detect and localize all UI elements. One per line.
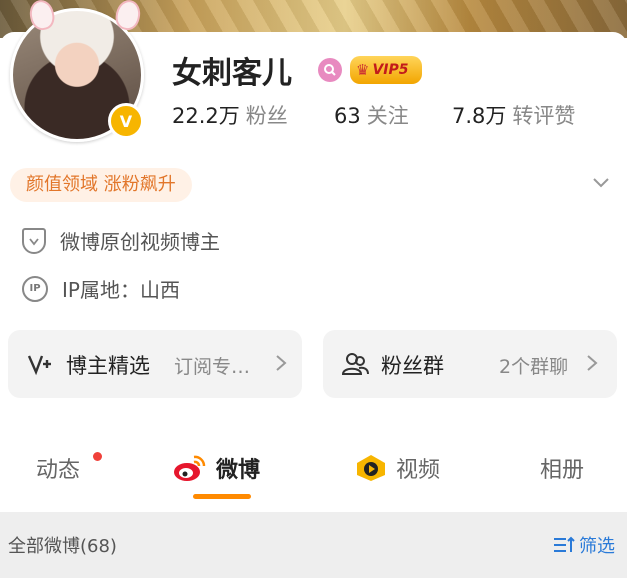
featured-subtitle: 订阅专… bbox=[174, 356, 251, 378]
profile-name: 女刺客儿 bbox=[172, 56, 292, 91]
fan-group-subtitle: 2个群聊 bbox=[499, 356, 569, 378]
chevron-right-icon bbox=[276, 355, 287, 371]
ip-icon: IP bbox=[22, 275, 48, 302]
stat-following[interactable]: 63 关注 bbox=[334, 100, 409, 130]
tab-label: 微博 bbox=[216, 458, 261, 483]
chevron-right-icon bbox=[587, 355, 598, 371]
stat-label: 粉丝 bbox=[245, 104, 288, 128]
group-icon bbox=[341, 353, 369, 375]
member-badge-icon[interactable] bbox=[318, 58, 342, 82]
tab-video[interactable]: 视频 bbox=[354, 452, 440, 484]
filter-label: 筛选 bbox=[579, 536, 615, 557]
bunny-ears-decoration bbox=[27, 0, 143, 33]
notification-dot bbox=[93, 452, 102, 461]
filter-bar: 全部微博(68) 筛选 bbox=[0, 512, 627, 578]
tab-label: 视频 bbox=[396, 458, 441, 483]
tab-album[interactable]: 相册 bbox=[540, 452, 584, 484]
ip-location-text: IP属地：山西 bbox=[62, 278, 180, 302]
filter-icon bbox=[554, 536, 575, 552]
tab-label: 相册 bbox=[540, 458, 585, 483]
vip-level: VIP5 bbox=[372, 62, 409, 78]
stat-reposts[interactable]: 7.8万 转评赞 bbox=[452, 100, 575, 130]
chevron-down-icon[interactable] bbox=[592, 174, 610, 192]
search-circle-icon bbox=[324, 64, 336, 76]
stat-value: 22.2万 bbox=[172, 104, 240, 128]
weibo-logo-icon bbox=[174, 455, 206, 481]
trending-tag[interactable]: 颜值领域 涨粉飙升 bbox=[10, 168, 192, 202]
tab-label: 动态 bbox=[36, 458, 81, 483]
ear-right bbox=[113, 0, 143, 33]
all-posts-count: 全部微博(68) bbox=[8, 536, 117, 557]
stat-label: 关注 bbox=[366, 104, 409, 128]
vip-badge[interactable]: ♛ VIP5 bbox=[350, 56, 422, 84]
featured-icon bbox=[27, 355, 51, 376]
ear-left bbox=[27, 0, 57, 33]
video-icon bbox=[357, 455, 385, 481]
stat-fans[interactable]: 22.2万 粉丝 bbox=[172, 100, 288, 130]
stat-label: 转评赞 bbox=[512, 104, 576, 128]
filter-button[interactable]: 筛选 bbox=[553, 532, 615, 558]
certification-text: 微博原创视频博主 bbox=[60, 230, 220, 254]
ip-location-row: IP IP属地：山西 bbox=[22, 274, 180, 303]
tab-weibo[interactable]: 微博 bbox=[172, 452, 260, 484]
featured-title: 博主精选 bbox=[66, 354, 150, 378]
verified-v-icon: V bbox=[108, 103, 144, 139]
fan-group-title: 粉丝群 bbox=[381, 354, 444, 378]
shield-icon bbox=[22, 227, 46, 254]
avatar[interactable]: V bbox=[10, 0, 144, 142]
fan-group-entry[interactable]: 粉丝群 2个群聊 bbox=[323, 330, 617, 398]
crown-icon: ♛ bbox=[356, 61, 370, 79]
certification-row: 微博原创视频博主 bbox=[22, 226, 220, 255]
featured-entry[interactable]: 博主精选 订阅专… bbox=[8, 330, 302, 398]
active-tab-indicator bbox=[193, 494, 251, 499]
profile-tabs: 动态 微博 视频 相册 bbox=[0, 440, 627, 502]
stat-value: 63 bbox=[334, 104, 361, 128]
tab-dynamic[interactable]: 动态 bbox=[36, 452, 102, 484]
stat-value: 7.8万 bbox=[452, 104, 507, 128]
